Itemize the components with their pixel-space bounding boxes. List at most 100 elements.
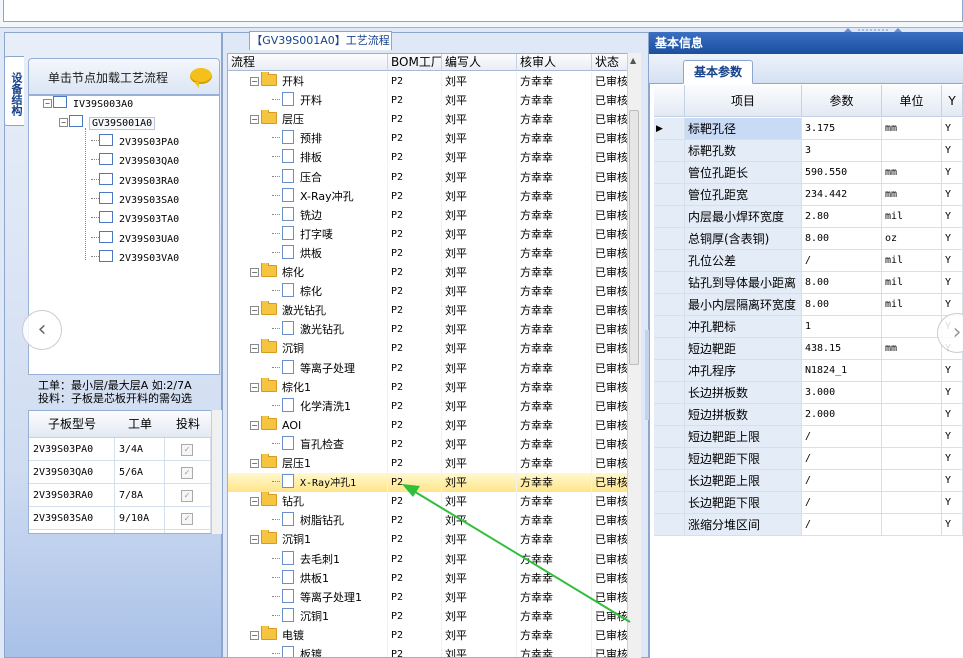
grid-header[interactable]: BOM工厂 (388, 54, 442, 71)
grid-header[interactable]: 核审人 (517, 54, 592, 71)
param-value[interactable]: 3.000 (802, 382, 882, 404)
param-row[interactable]: 孔位公差 / mil Y (654, 250, 963, 272)
top-input-area[interactable] (3, 0, 963, 22)
process-step-row[interactable]: 烘板1 P2 刘平 方幸幸 已审核 (228, 568, 628, 588)
param-value[interactable]: 438.15 (802, 338, 882, 360)
tree-node[interactable]: − IV39S003A0 (43, 96, 133, 114)
collapse-icon[interactable]: − (250, 630, 259, 640)
process-step-row[interactable]: 棕化 P2 刘平 方幸幸 已审核 (228, 282, 628, 302)
nav-prev-button[interactable]: ‹ (22, 310, 62, 350)
collapse-icon[interactable]: − (250, 344, 259, 354)
tab-basic-params[interactable]: 基本参数 (683, 60, 753, 84)
process-group-row[interactable]: − 钻孔 P2 刘平 方幸幸 已审核 (228, 492, 628, 512)
process-group-row[interactable]: − 沉铜 P2 刘平 方幸幸 已审核 (228, 339, 628, 359)
tab-device-structure[interactable]: 设备结构 (4, 56, 24, 126)
param-value[interactable]: 3 (802, 140, 882, 162)
process-step-row[interactable]: 排板 P2 刘平 方幸幸 已审核 (228, 148, 628, 168)
process-group-row[interactable]: − 沉铜1 P2 刘平 方幸幸 已审核 (228, 530, 628, 550)
process-step-row[interactable]: 压合 P2 刘平 方幸幸 已审核 (228, 167, 628, 187)
param-row[interactable]: 长边拼板数 3.000 Y (654, 382, 963, 404)
param-row[interactable]: 长边靶距上限 / Y (654, 470, 963, 492)
feed-checkbox[interactable]: ✓ (181, 444, 193, 456)
feed-checkbox[interactable]: ✓ (181, 467, 193, 479)
tree-node[interactable]: 2V39S03QA0 (91, 153, 179, 171)
param-value[interactable]: 1 (802, 316, 882, 338)
process-step-row[interactable]: 铣边 P2 刘平 方幸幸 已审核 (228, 205, 628, 225)
tree-node[interactable]: 2V39S03SA0 (91, 191, 179, 210)
param-row[interactable]: 短边靶距上限 / Y (654, 426, 963, 448)
process-step-row[interactable]: 预排 P2 刘平 方幸幸 已审核 (228, 129, 628, 149)
collapse-icon[interactable]: − (59, 118, 68, 127)
process-group-row[interactable]: − 棕化1 P2 刘平 方幸幸 已审核 (228, 377, 628, 397)
collapse-icon[interactable]: − (250, 535, 259, 545)
param-grid-header[interactable]: 单位 (882, 85, 942, 117)
process-group-row[interactable]: − 电镀 P2 刘平 方幸幸 已审核 (228, 625, 628, 645)
param-row[interactable]: 管位孔距宽 234.442 mm Y (654, 184, 963, 206)
tree-node[interactable]: 2V39S03RA0 (91, 172, 179, 191)
grid-header[interactable]: 流程 (228, 54, 388, 71)
collapse-icon[interactable]: − (43, 99, 52, 108)
param-row[interactable]: 钻孔到导体最小距离 8.00 mil Y (654, 272, 963, 294)
collapse-icon[interactable]: − (250, 382, 259, 392)
param-value[interactable]: / (802, 492, 882, 514)
process-step-row[interactable]: 开料 P2 刘平 方幸幸 已审核 (228, 91, 628, 111)
param-row[interactable]: 最小内层隔离环宽度 8.00 mil Y (654, 294, 963, 316)
process-step-row[interactable]: 盲孔检查 P2 刘平 方幸幸 已审核 (228, 434, 628, 454)
param-row[interactable]: 短边靶距下限 / Y (654, 448, 963, 470)
param-value[interactable]: 234.442 (802, 184, 882, 206)
param-row[interactable]: 涨缩分堆区间 / Y (654, 514, 963, 536)
process-step-row[interactable]: 激光钻孔 P2 刘平 方幸幸 已审核 (228, 320, 628, 340)
param-row[interactable]: 长边靶距下限 / Y (654, 492, 963, 514)
feed-checkbox[interactable]: ✓ (181, 513, 193, 525)
sub-table-cell[interactable]: ✓ (165, 530, 211, 533)
process-group-row[interactable]: − 层压1 P2 刘平 方幸幸 已审核 (228, 454, 628, 473)
param-grid-header[interactable]: Y (942, 85, 963, 117)
param-grid-header[interactable]: 项目 (685, 85, 802, 117)
process-step-row[interactable]: X-Ray冲孔 P2 刘平 方幸幸 已审核 (228, 186, 628, 206)
sub-table-cell[interactable]: ✓ (165, 438, 211, 461)
process-step-row[interactable]: 烘板 P2 刘平 方幸幸 已审核 (228, 243, 628, 263)
param-row[interactable]: 管位孔距长 590.550 mm Y (654, 162, 963, 184)
process-group-row[interactable]: − 激光钻孔 P2 刘平 方幸幸 已审核 (228, 301, 628, 321)
process-step-row[interactable]: 去毛刺1 P2 刘平 方幸幸 已审核 (228, 549, 628, 569)
param-value[interactable]: / (802, 514, 882, 536)
process-step-row[interactable]: 树脂钻孔 P2 刘平 方幸幸 已审核 (228, 511, 628, 531)
tree-node[interactable]: 2V39S03UA0 (91, 230, 179, 249)
process-step-row[interactable]: 板镀 P2 刘平 方幸幸 已审核 (228, 645, 628, 657)
process-step-row[interactable]: 等离子处理1 P2 刘平 方幸幸 已审核 (228, 587, 628, 607)
tree-node[interactable]: 2V39S03TA0 (91, 211, 179, 229)
process-grid-scroll-thumb[interactable] (629, 110, 639, 365)
param-value[interactable]: 8.00 (802, 228, 882, 250)
sub-table-cell[interactable]: ✓ (165, 507, 211, 530)
param-row[interactable]: 冲孔靶标1Y (654, 316, 963, 338)
param-row[interactable]: ▶ 标靶孔径 3.175 mm Y (654, 118, 963, 140)
param-value[interactable]: 8.00 (802, 272, 882, 294)
param-row[interactable]: 内层最小焊环宽度 2.80 mil Y (654, 206, 963, 228)
process-step-row[interactable]: X-Ray冲孔1 P2 刘平 方幸幸 已审核 (228, 473, 628, 493)
process-group-row[interactable]: − 开料 P2 刘平 方幸幸 已审核 (228, 72, 628, 91)
param-row[interactable]: 标靶孔数 3 Y (654, 140, 963, 162)
tree-node[interactable]: − GV39S001A0 (59, 115, 156, 133)
param-row[interactable]: 总铜厚(含表铜) 8.00 oz Y (654, 228, 963, 250)
param-value[interactable]: / (802, 426, 882, 448)
collapse-icon[interactable]: − (250, 420, 259, 430)
grid-header[interactable]: 编写人 (442, 54, 517, 71)
param-value[interactable]: / (802, 448, 882, 470)
process-step-row[interactable]: 打字唛 P2 刘平 方幸幸 已审核 (228, 224, 628, 244)
param-row[interactable]: 短边拼板数 2.000 Y (654, 404, 963, 426)
sub-table-header[interactable]: 子板型号 (29, 411, 116, 438)
collapse-icon[interactable]: − (250, 497, 259, 507)
param-value[interactable]: / (802, 250, 882, 272)
param-value[interactable]: 2.80 (802, 206, 882, 228)
collapse-icon[interactable]: − (250, 268, 259, 277)
param-value[interactable]: 2.000 (802, 404, 882, 426)
sub-table-cell[interactable]: ✓ (165, 484, 211, 507)
param-row[interactable]: 冲孔程序 N1824_1 Y (654, 360, 963, 382)
process-group-row[interactable]: − AOI P2 刘平 方幸幸 已审核 (228, 415, 628, 435)
grid-header[interactable]: 状态 (592, 54, 628, 71)
tree-node[interactable]: 2V39S03PA0 (91, 134, 179, 152)
sub-table-cell[interactable]: ✓ (165, 461, 211, 484)
param-row[interactable]: 短边靶距438.15mmY (654, 338, 963, 360)
process-group-row[interactable]: − 棕化 P2 刘平 方幸幸 已审核 (228, 263, 628, 282)
process-group-row[interactable]: − 层压 P2 刘平 方幸幸 已审核 (228, 110, 628, 130)
